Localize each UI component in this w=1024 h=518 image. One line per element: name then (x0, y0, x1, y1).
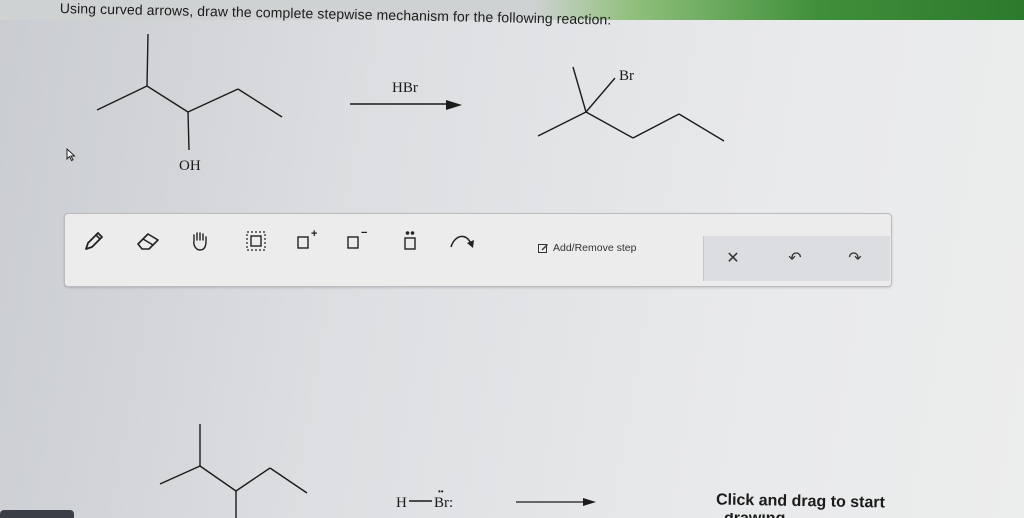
hand-icon[interactable] (183, 226, 217, 256)
pencil-icon[interactable] (77, 226, 111, 256)
reagent-label: HBr (392, 80, 418, 96)
redo-button[interactable]: ↷ (840, 246, 870, 270)
bottom-left-tab[interactable] (0, 510, 74, 518)
add-remove-step-button[interactable]: Add/Remove step (538, 242, 636, 254)
curved-arrow-icon[interactable] (445, 226, 479, 256)
edit-icon (538, 243, 548, 253)
negative-charge-mark: − (361, 227, 368, 239)
undo-button[interactable]: ↶ (780, 246, 810, 270)
eraser-icon[interactable] (131, 226, 165, 256)
positive-charge-icon[interactable]: + (289, 226, 323, 256)
canvas-structure (159, 424, 308, 518)
redo-icon: ↷ (848, 250, 862, 267)
drawing-toolbar: + − Add/Remove step ✕ ↶ ↷ (64, 213, 892, 287)
mouse-cursor-icon (66, 147, 76, 167)
clear-button[interactable]: ✕ (718, 246, 748, 270)
canvas-arrow (516, 498, 596, 506)
select-box-icon[interactable] (239, 226, 273, 256)
negative-charge-icon[interactable]: − (339, 226, 373, 256)
add-remove-step-label: Add/Remove step (553, 242, 637, 254)
hydroxyl-label: OH (179, 158, 201, 174)
hydrogen-label: H (396, 495, 407, 511)
lone-pair-icon[interactable] (393, 226, 427, 256)
reaction-arrow (350, 100, 462, 110)
positive-charge-mark: + (311, 228, 318, 240)
bromine-lone-pair: •• (438, 487, 444, 496)
bromide-label: Br (619, 68, 634, 84)
action-button-group: ✕ ↶ ↷ (703, 236, 890, 281)
canvas-hint: Click and drag to start (715, 491, 886, 512)
bromine-label: Br: (434, 495, 453, 511)
close-icon: ✕ (726, 250, 740, 267)
undo-icon: ↶ (788, 250, 802, 267)
reactant-structure (96, 33, 283, 151)
canvas-hint-continuation: drawing (724, 513, 785, 518)
